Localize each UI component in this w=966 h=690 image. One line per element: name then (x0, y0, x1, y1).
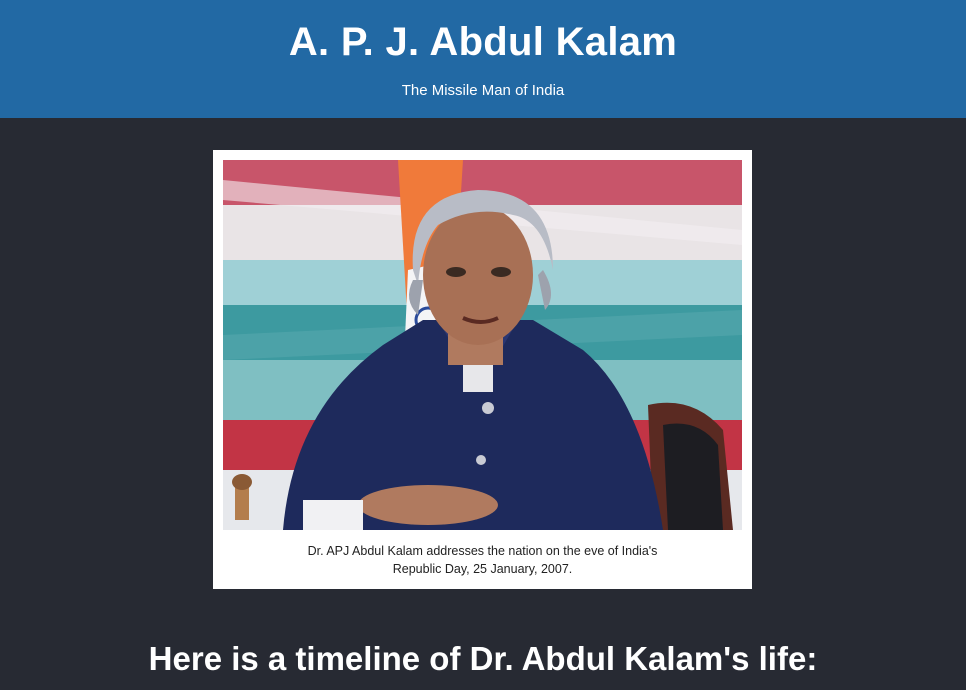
timeline-heading: Here is a timeline of Dr. Abdul Kalam's … (148, 640, 818, 677)
image-figure: Dr. APJ Abdul Kalam addresses the nation… (213, 150, 752, 589)
page-title: A. P. J. Abdul Kalam (288, 20, 678, 64)
portrait-image (223, 160, 742, 530)
page-subtitle: The Missile Man of India (401, 82, 565, 99)
page-header: A. P. J. Abdul Kalam The Missile Man of … (0, 0, 966, 118)
caption-line-2: Republic Day, 25 January, 2007. (392, 562, 573, 576)
image-caption: Dr. APJ Abdul Kalam addresses the nation… (223, 542, 742, 578)
caption-line-1: Dr. APJ Abdul Kalam addresses the nation… (307, 544, 658, 558)
